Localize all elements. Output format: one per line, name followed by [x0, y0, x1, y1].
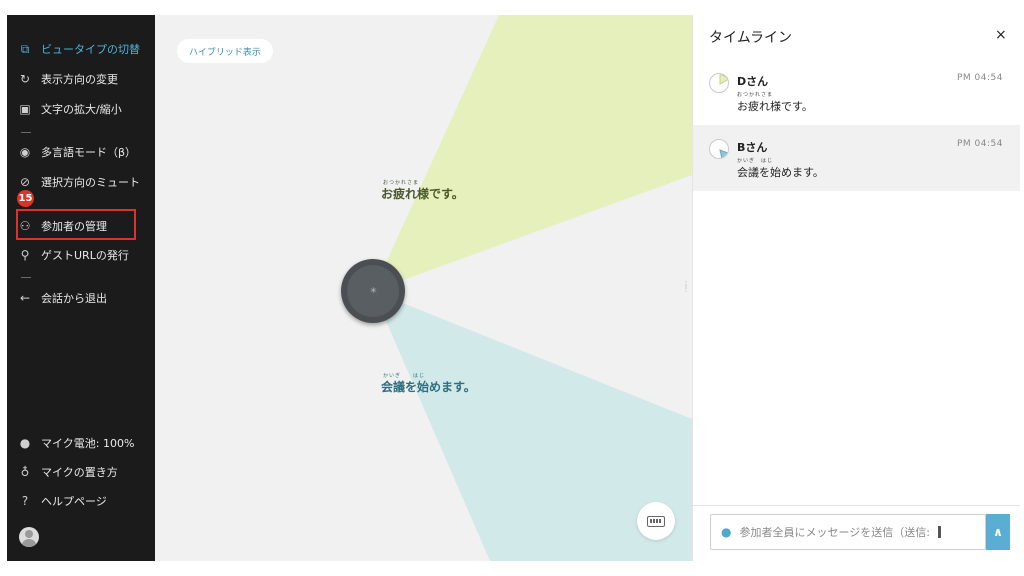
send-button[interactable]: ∧	[986, 514, 1010, 550]
sidebar-item-guest-url[interactable]: ⚲ ゲストURLの発行	[17, 245, 129, 265]
timeline-panel: タイムライン × Dさん PM 04:54 おつかれさま お疲れ様です。 Bさん…	[692, 15, 1020, 561]
message-text: お疲れ様です。	[737, 100, 813, 113]
resize-handle-icon[interactable]: ⋮ ⋮	[682, 281, 690, 299]
sidebar-item-label: 文字の拡大/縮小	[41, 103, 122, 116]
view-switch-icon: ⧉	[20, 41, 30, 56]
message-sender: Bさん	[737, 141, 768, 154]
message-ruby: かいぎ はじ	[737, 158, 774, 164]
sidebar-item-label: ヘルプページ	[41, 495, 107, 508]
speaker-b-avatar-icon	[709, 139, 729, 159]
sidebar-item-label: 会話から退出	[41, 292, 107, 305]
sidebar-item-mute-direction[interactable]: ⊘ 選択方向のミュート	[17, 172, 140, 192]
sidebar-item-label: ゲストURLの発行	[41, 249, 129, 262]
battery-icon: ●	[19, 436, 31, 450]
timeline-message: Bさん PM 04:54 かいぎ はじ 会議を始めます。	[693, 125, 1020, 191]
message-icon: ●	[721, 525, 732, 539]
keyboard-button[interactable]	[637, 502, 675, 540]
message-text: 会議を始めます。	[737, 166, 824, 179]
sidebar-item-label: 多言語モード（β）	[41, 146, 137, 159]
sidebar-item-mic-placement[interactable]: ♁ マイクの置き方	[17, 462, 118, 482]
message-sender: Dさん	[737, 75, 769, 88]
sidebar-item-text-size[interactable]: ▣ 文字の拡大/縮小	[17, 99, 122, 119]
caption-speaker-d: お疲れ様です。	[381, 187, 464, 201]
speaker-sector-d	[373, 15, 692, 291]
mute-direction-icon: ⊘	[19, 175, 31, 189]
exit-arrow-icon: ←	[19, 291, 31, 305]
microphone-device: ✳	[341, 259, 405, 323]
sidebar-item-label: 選択方向のミュート	[41, 176, 140, 189]
speaker-d-avatar-icon	[709, 73, 729, 93]
mic-icon: ♁	[20, 465, 30, 479]
sidebar-item-label: 参加者の管理	[41, 220, 107, 233]
help-icon: ?	[21, 494, 29, 508]
close-icon[interactable]: ×	[995, 27, 1007, 43]
link-icon: ⚲	[20, 248, 30, 262]
avatar[interactable]	[19, 527, 39, 547]
sidebar-item-view-switch[interactable]: ⧉ ビュータイプの切替	[17, 39, 140, 59]
rotate-icon: ↻	[19, 72, 31, 86]
step-badge: 15	[17, 190, 34, 207]
sidebar-item-rotate[interactable]: ↻ 表示方向の変更	[17, 69, 118, 89]
sidebar: ⧉ ビュータイプの切替 ↻ 表示方向の変更 ▣ 文字の拡大/縮小 ◉ 多言語モー…	[7, 15, 155, 561]
translate-icon: ◉	[19, 145, 31, 159]
message-time: PM 04:54	[957, 73, 1003, 83]
sidebar-item-label: マイクの置き方	[41, 466, 118, 479]
message-input-placeholder: 参加者全員にメッセージを送信（送信:	[739, 526, 930, 539]
hybrid-view-button[interactable]: ハイブリッド表示	[177, 39, 273, 63]
message-input[interactable]: ● 参加者全員にメッセージを送信（送信:	[710, 514, 986, 550]
sidebar-item-exit[interactable]: ← 会話から退出	[17, 288, 107, 308]
speaker-direction-sectors	[373, 15, 692, 561]
message-composer: ● 参加者全員にメッセージを送信（送信: ∧	[693, 505, 1020, 561]
sidebar-item-label: 表示方向の変更	[41, 73, 118, 86]
divider	[21, 132, 31, 133]
timeline-message: Dさん PM 04:54 おつかれさま お疲れ様です。	[693, 59, 1020, 125]
sidebar-item-label: ビュータイプの切替	[41, 43, 140, 56]
app-window: ⧉ ビュータイプの切替 ↻ 表示方向の変更 ▣ 文字の拡大/縮小 ◉ 多言語モー…	[7, 15, 1020, 561]
message-time: PM 04:54	[957, 139, 1003, 149]
status-label: マイク電池: 100%	[41, 437, 135, 450]
keyboard-icon	[647, 515, 665, 527]
text-size-icon: ▣	[19, 102, 31, 116]
send-icon: ∧	[993, 525, 1003, 539]
main-view: ハイブリッド表示 おつかれさま お疲れ様です。 かいぎ はじ 会議を始めます。 …	[155, 15, 692, 561]
caption-speaker-b: 会議を始めます。	[381, 380, 476, 394]
divider	[21, 277, 31, 278]
text-cursor	[937, 526, 941, 538]
device-center-icon: ✳	[370, 286, 377, 295]
message-ruby: おつかれさま	[737, 92, 774, 98]
timeline-title: タイムライン	[709, 30, 793, 46]
mic-battery-status: ● マイク電池: 100%	[17, 433, 135, 453]
sidebar-item-translate[interactable]: ◉ 多言語モード（β）	[17, 142, 136, 162]
participants-icon: ⚇	[19, 219, 31, 233]
sidebar-item-help[interactable]: ? ヘルプページ	[17, 491, 107, 511]
sidebar-item-participants[interactable]: ⚇ 参加者の管理	[17, 216, 107, 236]
